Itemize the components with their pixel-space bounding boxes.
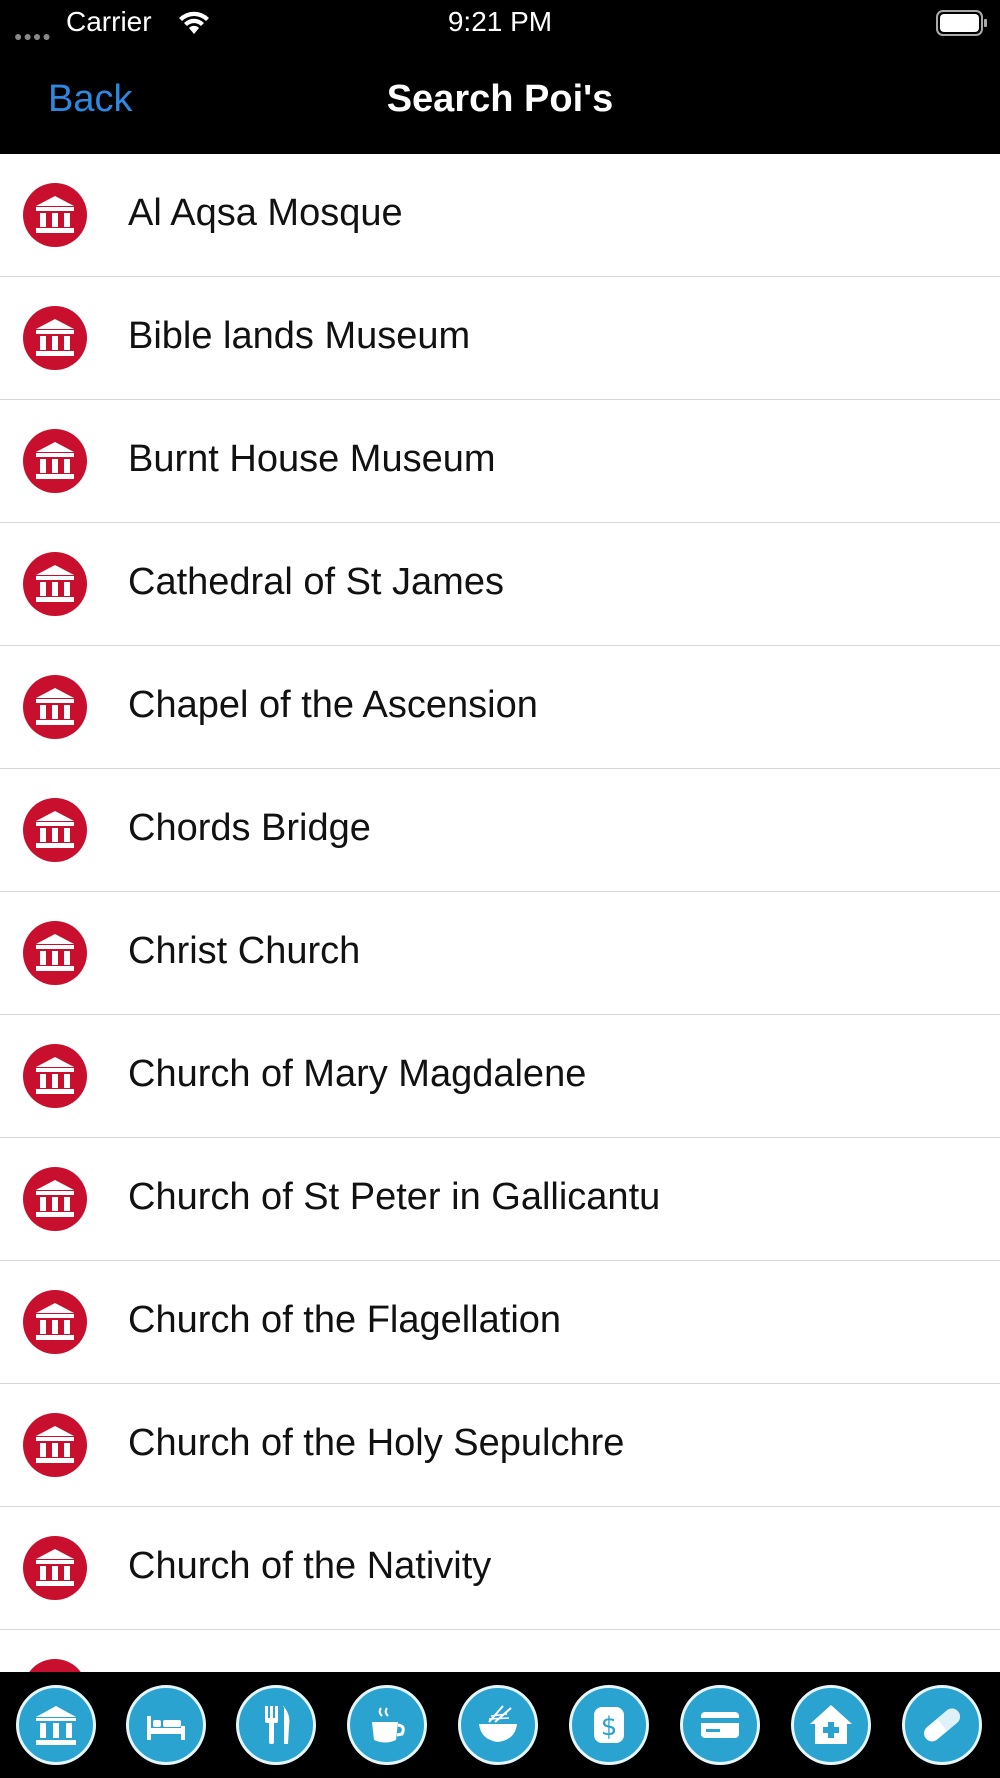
tab-fork-knife[interactable] bbox=[236, 1685, 316, 1765]
museum-icon bbox=[23, 921, 87, 985]
tab-pill[interactable] bbox=[902, 1685, 982, 1765]
tab-museum[interactable] bbox=[16, 1685, 96, 1765]
pill-icon bbox=[924, 1708, 960, 1742]
battery-icon bbox=[936, 10, 987, 36]
poi-list-item[interactable]: Chords Bridge bbox=[0, 769, 1000, 892]
tab-noodle-bowl[interactable] bbox=[458, 1685, 538, 1765]
svg-text:$: $ bbox=[601, 1712, 618, 1742]
poi-list-item[interactable]: Church of the Nativity bbox=[0, 1507, 1000, 1630]
poi-name: Church of St Peter in Gallicantu bbox=[128, 1176, 661, 1218]
coffee-cup-icon bbox=[372, 1707, 405, 1743]
poi-list-item[interactable]: Church of St Peter in Gallicantu bbox=[0, 1138, 1000, 1261]
museum-icon bbox=[23, 552, 87, 616]
fork-knife-icon bbox=[265, 1706, 290, 1744]
poi-name: Church of the Holy Sepulchre bbox=[128, 1422, 625, 1464]
status-bar: ●●●● Carrier 9:21 PM bbox=[0, 0, 1000, 46]
page-title: Search Poi's bbox=[386, 78, 614, 120]
tab-coffee-cup[interactable] bbox=[347, 1685, 427, 1765]
museum-icon bbox=[23, 183, 87, 247]
museum-icon bbox=[23, 1536, 87, 1600]
tab-bed[interactable] bbox=[126, 1685, 206, 1765]
poi-list-item[interactable]: Church of Mary Magdalene bbox=[0, 1015, 1000, 1138]
poi-name: Chords Bridge bbox=[128, 807, 371, 849]
museum-icon bbox=[23, 306, 87, 370]
poi-list[interactable]: Al Aqsa Mosque Bible lands Museum Burnt … bbox=[0, 154, 1000, 1672]
status-time: 9:21 PM bbox=[447, 6, 553, 37]
poi-name: Cathedral of St James bbox=[128, 561, 504, 603]
poi-list-item[interactable]: Al Aqsa Mosque bbox=[0, 154, 1000, 277]
poi-name: Church of Mary Magdalene bbox=[128, 1053, 587, 1095]
poi-name: Al Aqsa Mosque bbox=[128, 192, 403, 234]
museum-icon bbox=[29, 1659, 81, 1672]
poi-name: Bible lands Museum bbox=[128, 315, 471, 357]
museum-icon bbox=[23, 798, 87, 862]
museum-icon bbox=[23, 1413, 87, 1477]
navigation-bar: Back Search Poi's bbox=[0, 46, 1000, 154]
poi-name: Church of the Nativity bbox=[128, 1545, 492, 1587]
tab-dollar[interactable]: $ bbox=[569, 1685, 649, 1765]
poi-list-item[interactable]: Burnt House Museum bbox=[0, 400, 1000, 523]
poi-list-item[interactable]: Church of the Flagellation bbox=[0, 1261, 1000, 1384]
museum-icon bbox=[23, 1290, 87, 1354]
dollar-icon: $ bbox=[594, 1707, 624, 1743]
poi-name: Christ Church bbox=[128, 930, 361, 972]
bed-icon bbox=[147, 1716, 185, 1740]
tab-credit-card[interactable] bbox=[680, 1685, 760, 1765]
category-tab-bar: $ bbox=[0, 1672, 1000, 1778]
poi-list-item[interactable]: Cathedral of St James bbox=[0, 523, 1000, 646]
museum-icon bbox=[36, 1706, 76, 1745]
museum-icon bbox=[23, 1044, 87, 1108]
credit-card-icon bbox=[701, 1712, 739, 1738]
noodle-bowl-icon bbox=[479, 1705, 517, 1742]
poi-list-item[interactable]: Christ Church bbox=[0, 892, 1000, 1015]
museum-icon bbox=[23, 429, 87, 493]
museum-icon bbox=[23, 1167, 87, 1231]
poi-name: Church of the Flagellation bbox=[128, 1299, 562, 1341]
hospital-house-icon bbox=[810, 1705, 852, 1744]
poi-name: Chapel of the Ascension bbox=[128, 684, 538, 726]
museum-icon bbox=[23, 675, 87, 739]
poi-list-item-partial[interactable] bbox=[0, 1630, 1000, 1672]
poi-list-item[interactable]: Chapel of the Ascension bbox=[0, 646, 1000, 769]
tab-hospital-house[interactable] bbox=[791, 1685, 871, 1765]
poi-list-item[interactable]: Bible lands Museum bbox=[0, 277, 1000, 400]
poi-list-item[interactable]: Church of the Holy Sepulchre bbox=[0, 1384, 1000, 1507]
poi-name: Burnt House Museum bbox=[128, 438, 496, 480]
